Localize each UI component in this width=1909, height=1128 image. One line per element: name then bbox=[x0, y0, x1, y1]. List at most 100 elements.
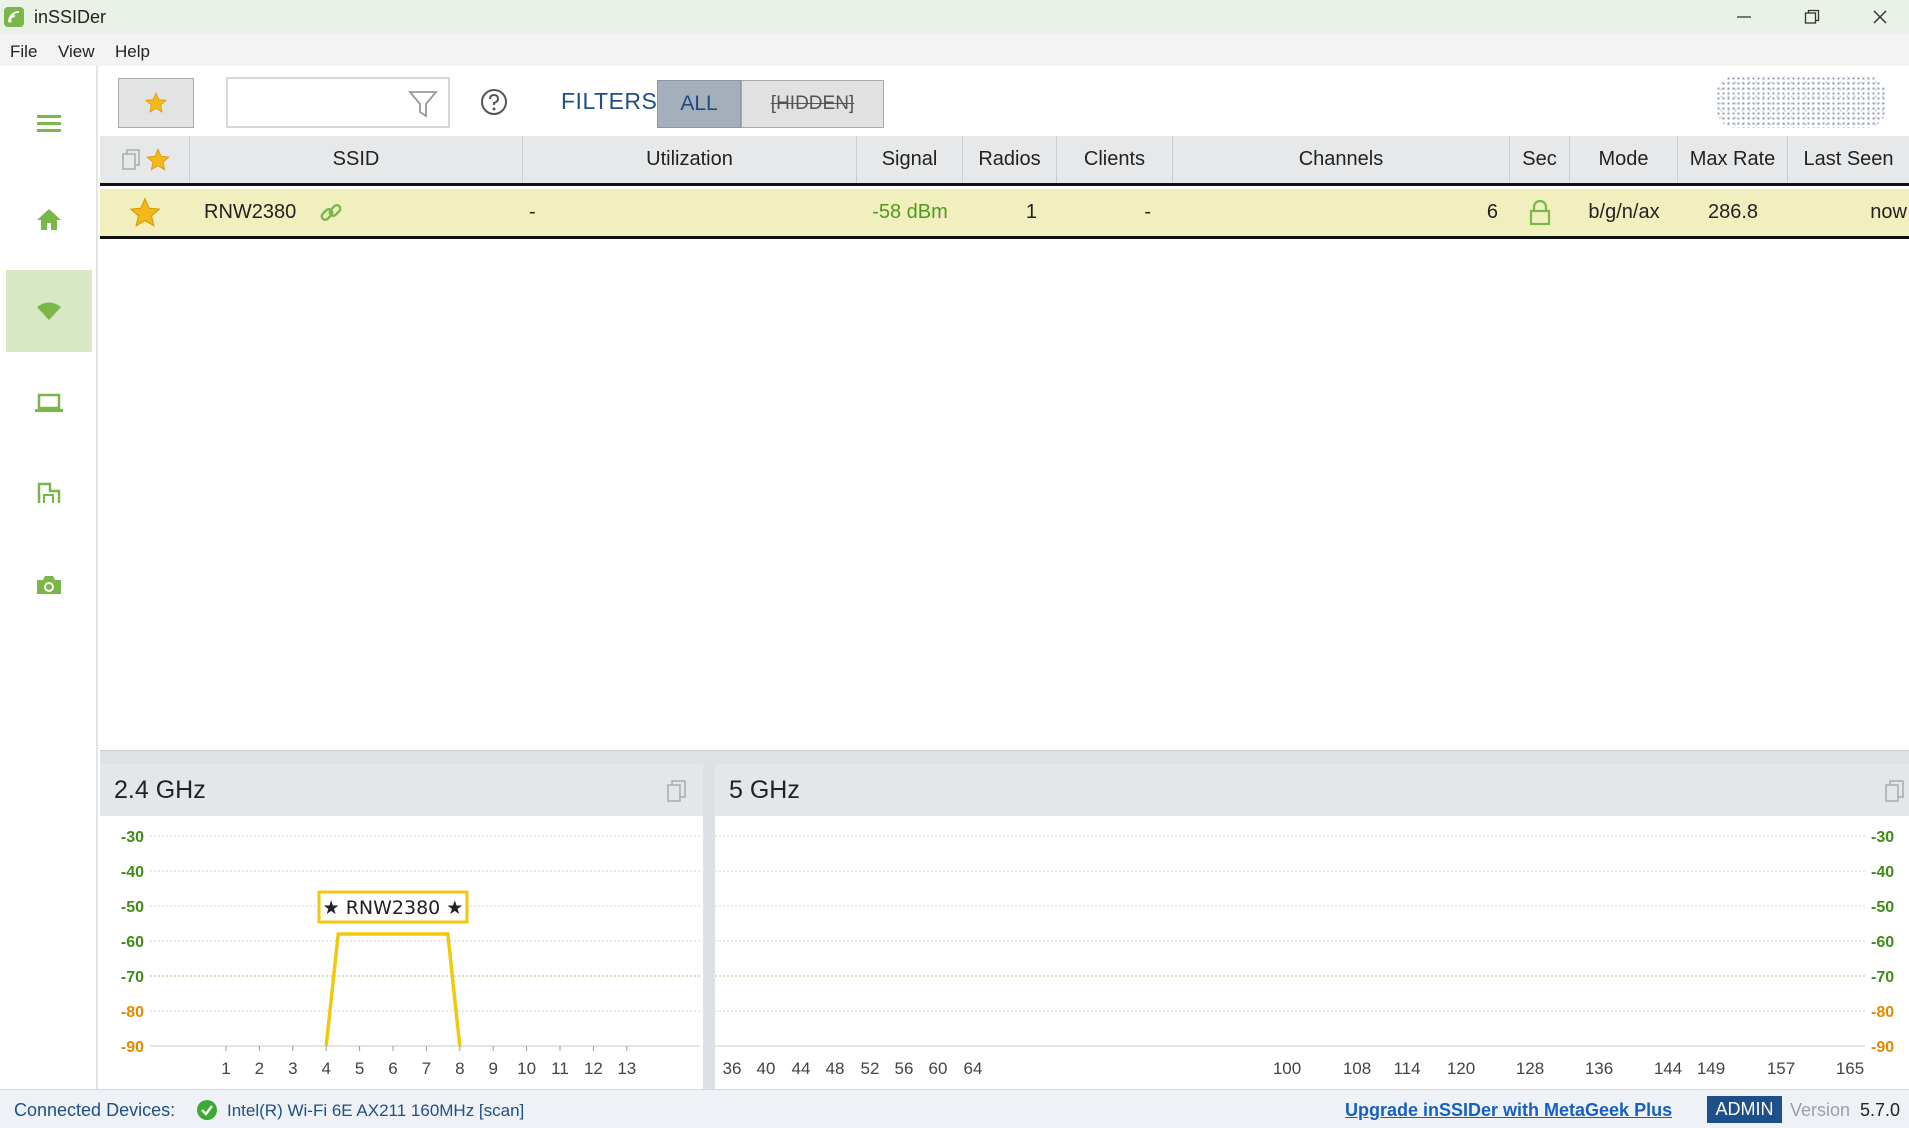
x-tick-label: 120 bbox=[1447, 1059, 1475, 1078]
cell-mode: b/g/n/ax bbox=[1588, 201, 1660, 223]
x-tick-label: 36 bbox=[723, 1059, 742, 1078]
column-favorite[interactable] bbox=[100, 136, 190, 183]
connected-device-name[interactable]: Intel(R) Wi-Fi 6E AX211 160MHz [scan] bbox=[227, 1101, 524, 1121]
filter-icon[interactable] bbox=[408, 89, 438, 119]
floorplan-icon bbox=[37, 482, 61, 503]
x-tick-label: 48 bbox=[826, 1059, 845, 1078]
band24-chart-svg: -30-40-50-60-70-80-901 2 3 4 5 6 7 8 9 10 11 12 13★ … bbox=[121, 829, 700, 1078]
menu-help[interactable]: Help bbox=[115, 42, 150, 62]
wifi-icon bbox=[37, 302, 61, 320]
band5-panel-header: 5 GHz bbox=[715, 764, 1909, 816]
filter-hidden-button[interactable]: [HIDDEN] bbox=[741, 80, 884, 128]
restore-button[interactable] bbox=[1778, 0, 1846, 34]
x-tick-label: 144 bbox=[1654, 1059, 1682, 1078]
sidebar-item-networks[interactable] bbox=[6, 270, 92, 352]
help-icon[interactable] bbox=[480, 88, 508, 116]
x-tick-label: 1 bbox=[221, 1059, 230, 1078]
copy-icon[interactable] bbox=[665, 778, 689, 804]
y-tick-label: -30 bbox=[1871, 829, 1894, 846]
star-icon bbox=[145, 92, 167, 113]
menu-file[interactable]: File bbox=[10, 42, 37, 62]
x-tick-label: 56 bbox=[895, 1059, 914, 1078]
panel-splitter[interactable] bbox=[100, 750, 1909, 764]
x-tick-label: 165 bbox=[1836, 1059, 1864, 1078]
x-tick-label: 149 bbox=[1697, 1059, 1725, 1078]
window-title: inSSIDer bbox=[34, 7, 107, 27]
column-last-seen[interactable]: Last Seen bbox=[1788, 136, 1909, 183]
chart-divider[interactable] bbox=[703, 764, 715, 1089]
x-tick-label: 7 bbox=[422, 1059, 431, 1078]
band5-title: 5 GHz bbox=[729, 776, 800, 804]
y-tick-label: -40 bbox=[121, 864, 144, 881]
x-tick-label: 114 bbox=[1393, 1059, 1420, 1078]
title-bar: inSSIDer bbox=[0, 0, 1909, 34]
y-tick-label: -90 bbox=[121, 1039, 144, 1056]
toolbar: FILTERS: ALL [HIDDEN] bbox=[100, 66, 1909, 136]
search-input[interactable] bbox=[234, 87, 404, 119]
column-channels[interactable]: Channels bbox=[1173, 136, 1510, 183]
cell-max-rate: 286.8 bbox=[1707, 201, 1759, 223]
x-tick-label: 100 bbox=[1273, 1059, 1301, 1078]
sidebar bbox=[0, 66, 98, 1089]
column-utilization[interactable]: Utilization bbox=[523, 136, 857, 183]
x-tick-label: 9 bbox=[488, 1059, 497, 1078]
account-logo[interactable] bbox=[1716, 76, 1886, 128]
x-tick-label: 40 bbox=[757, 1059, 776, 1078]
favorites-filter-button[interactable] bbox=[118, 78, 194, 128]
network-trace bbox=[324, 932, 462, 1047]
laptop-icon bbox=[35, 393, 63, 412]
table-row[interactable]: RNW2380 - -58 dBm 1 - 6 b/g/n/ax 286.8 n… bbox=[100, 189, 1909, 239]
star-icon bbox=[129, 196, 161, 227]
network-label: ★ RNW2380 ★ bbox=[323, 897, 464, 919]
band24-panel-header: 2.4 GHz bbox=[100, 764, 703, 816]
sidebar-item-floorplan[interactable] bbox=[6, 452, 92, 534]
connected-link-icon bbox=[318, 189, 348, 236]
column-ssid[interactable]: SSID bbox=[190, 136, 523, 183]
x-tick-label: 3 bbox=[288, 1059, 297, 1078]
x-tick-label: 64 bbox=[964, 1059, 983, 1078]
x-tick-label: 4 bbox=[321, 1059, 330, 1078]
column-max-rate[interactable]: Max Rate bbox=[1678, 136, 1788, 183]
status-bar: Connected Devices: Intel(R) Wi-Fi 6E AX2… bbox=[0, 1089, 1909, 1128]
upgrade-link[interactable]: Upgrade inSSIDer with MetaGeek Plus bbox=[1345, 1100, 1672, 1121]
sidebar-menu-button[interactable] bbox=[6, 82, 92, 164]
filter-all-button[interactable]: ALL bbox=[657, 80, 741, 128]
close-button[interactable] bbox=[1846, 0, 1909, 34]
y-tick-label: -40 bbox=[1871, 864, 1894, 881]
menu-view[interactable]: View bbox=[58, 42, 95, 62]
sidebar-item-snapshot[interactable] bbox=[6, 544, 92, 626]
x-tick-label: 5 bbox=[355, 1059, 364, 1078]
cell-channels: 6 bbox=[1486, 201, 1498, 223]
column-signal[interactable]: Signal bbox=[857, 136, 963, 183]
search-box bbox=[226, 77, 450, 128]
app-logo-icon bbox=[4, 7, 24, 27]
copy-icon[interactable] bbox=[119, 148, 143, 172]
y-tick-label: -50 bbox=[1871, 899, 1894, 916]
cell-utilization: - bbox=[529, 201, 536, 223]
column-radios[interactable]: Radios bbox=[963, 136, 1057, 183]
menu-bar: File View Help bbox=[0, 34, 1909, 66]
minimize-button[interactable] bbox=[1710, 0, 1778, 34]
column-clients[interactable]: Clients bbox=[1057, 136, 1173, 183]
x-tick-label: 10 bbox=[517, 1059, 536, 1078]
sidebar-item-home[interactable] bbox=[6, 178, 92, 260]
cell-last-seen: now bbox=[1870, 201, 1907, 223]
x-tick-label: 136 bbox=[1585, 1059, 1613, 1078]
admin-badge: ADMIN bbox=[1707, 1096, 1782, 1123]
column-mode[interactable]: Mode bbox=[1570, 136, 1678, 183]
y-tick-label: -60 bbox=[121, 934, 144, 951]
y-tick-label: -70 bbox=[121, 969, 144, 986]
filters-label: FILTERS: bbox=[561, 88, 665, 114]
copy-icon[interactable] bbox=[1883, 778, 1907, 804]
band24-chart: -30 -40 -50 -60 -70 -80 -90 1 2 3 4 5 6 7 8 9 10 11 12 13 ★ … bbox=[100, 816, 703, 1088]
x-tick-label: 8 bbox=[455, 1059, 464, 1078]
column-sec[interactable]: Sec bbox=[1510, 136, 1570, 183]
cell-ssid: RNW2380 bbox=[204, 201, 297, 223]
network-list-area bbox=[100, 242, 1909, 750]
sidebar-item-devices[interactable] bbox=[6, 362, 92, 444]
connected-devices-label: Connected Devices: bbox=[14, 1100, 176, 1120]
band5-chart: -30 -40 -50 -60 -70 -80 -90 36 40 44 48 52 56 60 64 100… bbox=[715, 816, 1909, 1088]
x-tick-label: 108 bbox=[1343, 1059, 1371, 1078]
favorite-toggle[interactable] bbox=[128, 189, 168, 236]
check-circle-icon bbox=[197, 1100, 217, 1120]
